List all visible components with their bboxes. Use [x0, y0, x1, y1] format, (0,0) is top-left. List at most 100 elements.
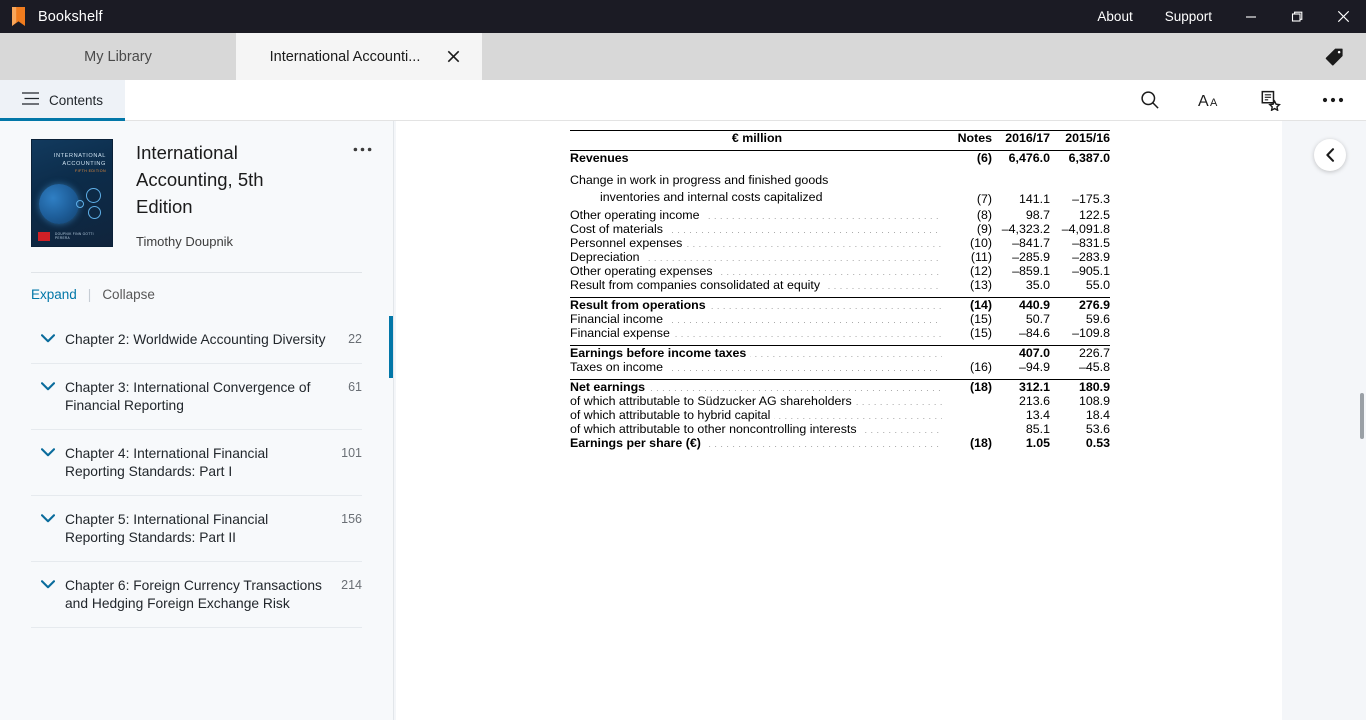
- table-row-note: (13): [969, 278, 992, 292]
- table-row-value-2016-17: 35.0: [1025, 278, 1050, 292]
- table-row: of which attributable to hybrid capital 1…: [570, 408, 1110, 422]
- toc-item-page: 61: [348, 380, 362, 394]
- toc-item-4[interactable]: Chapter 5: International Financial Repor…: [31, 496, 362, 562]
- book-cover-thumbnail: INTERNATIONAL ACCOUNTING FIFTH EDITION D…: [31, 139, 113, 247]
- table-row-value-2016-17: 312.1: [1018, 380, 1050, 394]
- table-row-value-2016-17: 13.4: [1025, 408, 1050, 422]
- book-header: INTERNATIONAL ACCOUNTING FIFTH EDITION D…: [0, 121, 393, 249]
- main-region: INTERNATIONAL ACCOUNTING FIFTH EDITION D…: [0, 121, 1366, 720]
- chevron-down-icon[interactable]: [31, 577, 65, 589]
- toc-item-3[interactable]: Chapter 4: International Financial Repor…: [31, 430, 362, 496]
- table-row-note: (8): [976, 208, 992, 222]
- chevron-down-icon[interactable]: [31, 511, 65, 523]
- cover-title-line1: INTERNATIONAL: [53, 153, 106, 159]
- table-row-label: Earnings per share (€): [570, 436, 944, 450]
- table-row: Other operating expenses (12) –859.1 –905.1: [570, 264, 1110, 278]
- toc-item-label: Chapter 5: International Financial Repor…: [65, 512, 269, 545]
- tab-my-library-label: My Library: [84, 48, 152, 65]
- book-more-options-icon[interactable]: [349, 139, 375, 249]
- table-row-value-2015-16: –175.3: [1072, 192, 1110, 206]
- table-row-value-2015-16: –831.5: [1072, 236, 1110, 250]
- table-row-note: (16): [969, 360, 992, 374]
- mcgraw-hill-logo: [38, 232, 50, 241]
- book-author: Timothy Doupnik: [136, 234, 234, 249]
- table-row-value-2015-16: 55.0: [1085, 278, 1110, 292]
- table-row-label-line1: Change in work in progress and finished …: [570, 173, 829, 187]
- table-row-label: of which attributable to Südzucker AG sh…: [570, 394, 944, 408]
- header-year-2015-16: 2015/16: [1065, 131, 1110, 145]
- table-row: Cost of materials (9) –4,323.2 –4,091.8: [570, 222, 1110, 236]
- table-row-value-2015-16: –4,091.8: [1061, 222, 1110, 236]
- table-of-contents-list[interactable]: Chapter 2: Worldwide Accounting Diversit…: [0, 316, 393, 720]
- table-row-label: Result from companies consolidated at eq…: [570, 278, 944, 292]
- table-row-note: (15): [969, 312, 992, 326]
- table-row-value-2015-16: 59.6: [1085, 312, 1110, 326]
- toc-item-page: 214: [341, 578, 362, 592]
- restore-icon[interactable]: [1274, 0, 1320, 33]
- minimize-icon[interactable]: [1228, 0, 1274, 33]
- table-row-label: Financial income: [570, 312, 944, 326]
- table-row-value-2015-16: 53.6: [1085, 422, 1110, 436]
- toc-item-5[interactable]: Chapter 6: Foreign Currency Transactions…: [31, 562, 362, 628]
- table-row: Depreciation (11) –285.9 –283.9: [570, 250, 1110, 264]
- table-row: Financial expense (15) –84.6 –109.8: [570, 326, 1110, 340]
- book-metadata: International Accounting, 5th Edition Ti…: [113, 139, 349, 249]
- table-row: Earnings before income taxes 407.0 226.7: [570, 346, 1110, 360]
- tab-close-icon[interactable]: [442, 46, 464, 68]
- chevron-down-icon[interactable]: [31, 379, 65, 391]
- table-row-value-2015-16: 0.53: [1085, 436, 1110, 450]
- reader-pane: € million Notes 2016/17 2015/16 Revenues (6) 6…: [394, 121, 1366, 720]
- cover-node-1: [86, 188, 101, 203]
- search-icon[interactable]: [1120, 80, 1180, 120]
- table-row-label: of which attributable to hybrid capital: [570, 408, 944, 422]
- svg-text:A: A: [1210, 97, 1218, 109]
- text-size-icon[interactable]: AA: [1180, 80, 1240, 120]
- chevron-down-icon[interactable]: [31, 331, 65, 343]
- table-row-label: Net earnings: [570, 380, 944, 394]
- table-row-label: Earnings before income taxes: [570, 346, 944, 360]
- tab-strip-filler: [482, 33, 1366, 80]
- table-row-value-2015-16: 6,387.0: [1068, 151, 1110, 165]
- toc-item-label: Chapter 2: Worldwide Accounting Diversit…: [65, 332, 326, 347]
- contents-sidebar: INTERNATIONAL ACCOUNTING FIFTH EDITION D…: [0, 121, 394, 720]
- chevron-left-icon: [1325, 148, 1334, 162]
- tag-icon[interactable]: [1325, 47, 1366, 66]
- hamburger-icon: [21, 92, 39, 108]
- income-statement-table: € million Notes 2016/17 2015/16 Revenues (6) 6…: [570, 131, 1110, 450]
- table-row-note: (10): [969, 236, 992, 250]
- table-row-value-2015-16: –45.8: [1078, 360, 1110, 374]
- table-row-note: [944, 422, 992, 436]
- table-row: Personnel expenses (10) –841.7 –831.5: [570, 236, 1110, 250]
- contents-tab[interactable]: Contents: [0, 80, 125, 121]
- table-row-value-2015-16: 226.7: [1078, 346, 1110, 360]
- tab-my-library[interactable]: My Library: [0, 33, 236, 80]
- window-titlebar: Bookshelf About Support: [0, 0, 1366, 33]
- tab-international-accounting[interactable]: International Accounti...: [236, 33, 482, 80]
- table-row-label: Revenues: [570, 151, 629, 165]
- expand-button[interactable]: Expand: [31, 287, 77, 302]
- table-row-label: Personnel expenses: [570, 236, 944, 250]
- chevron-down-icon[interactable]: [31, 445, 65, 457]
- toc-item-2[interactable]: Chapter 3: International Convergence of …: [31, 364, 362, 430]
- header-currency: € million: [731, 131, 783, 145]
- table-row-value-2016-17: 98.7: [1025, 208, 1050, 222]
- table-row-note: (18): [969, 436, 992, 450]
- vertical-scrollbar-thumb[interactable]: [1360, 393, 1364, 439]
- table-row: Result from companies consolidated at eq…: [570, 278, 1110, 292]
- titlebar-right-group: About Support: [1081, 0, 1366, 33]
- expand-collapse-controls: Expand | Collapse: [0, 273, 393, 316]
- table-row-value-2016-17: 213.6: [1018, 394, 1050, 408]
- collapse-rail-button[interactable]: [1314, 139, 1346, 171]
- toc-item-1[interactable]: Chapter 2: Worldwide Accounting Diversit…: [31, 316, 393, 378]
- svg-text:A: A: [1198, 93, 1209, 109]
- collapse-button[interactable]: Collapse: [102, 287, 155, 302]
- support-link[interactable]: Support: [1149, 0, 1228, 33]
- close-icon[interactable]: [1320, 0, 1366, 33]
- about-link[interactable]: About: [1081, 0, 1148, 33]
- header-notes: Notes: [957, 131, 992, 145]
- table-row: Other operating income (8) 98.7 122.5: [570, 208, 1110, 222]
- notes-star-icon[interactable]: [1240, 80, 1300, 120]
- table-row: Financial income (15) 50.7 59.6: [570, 312, 1110, 326]
- more-options-icon[interactable]: [1300, 80, 1366, 120]
